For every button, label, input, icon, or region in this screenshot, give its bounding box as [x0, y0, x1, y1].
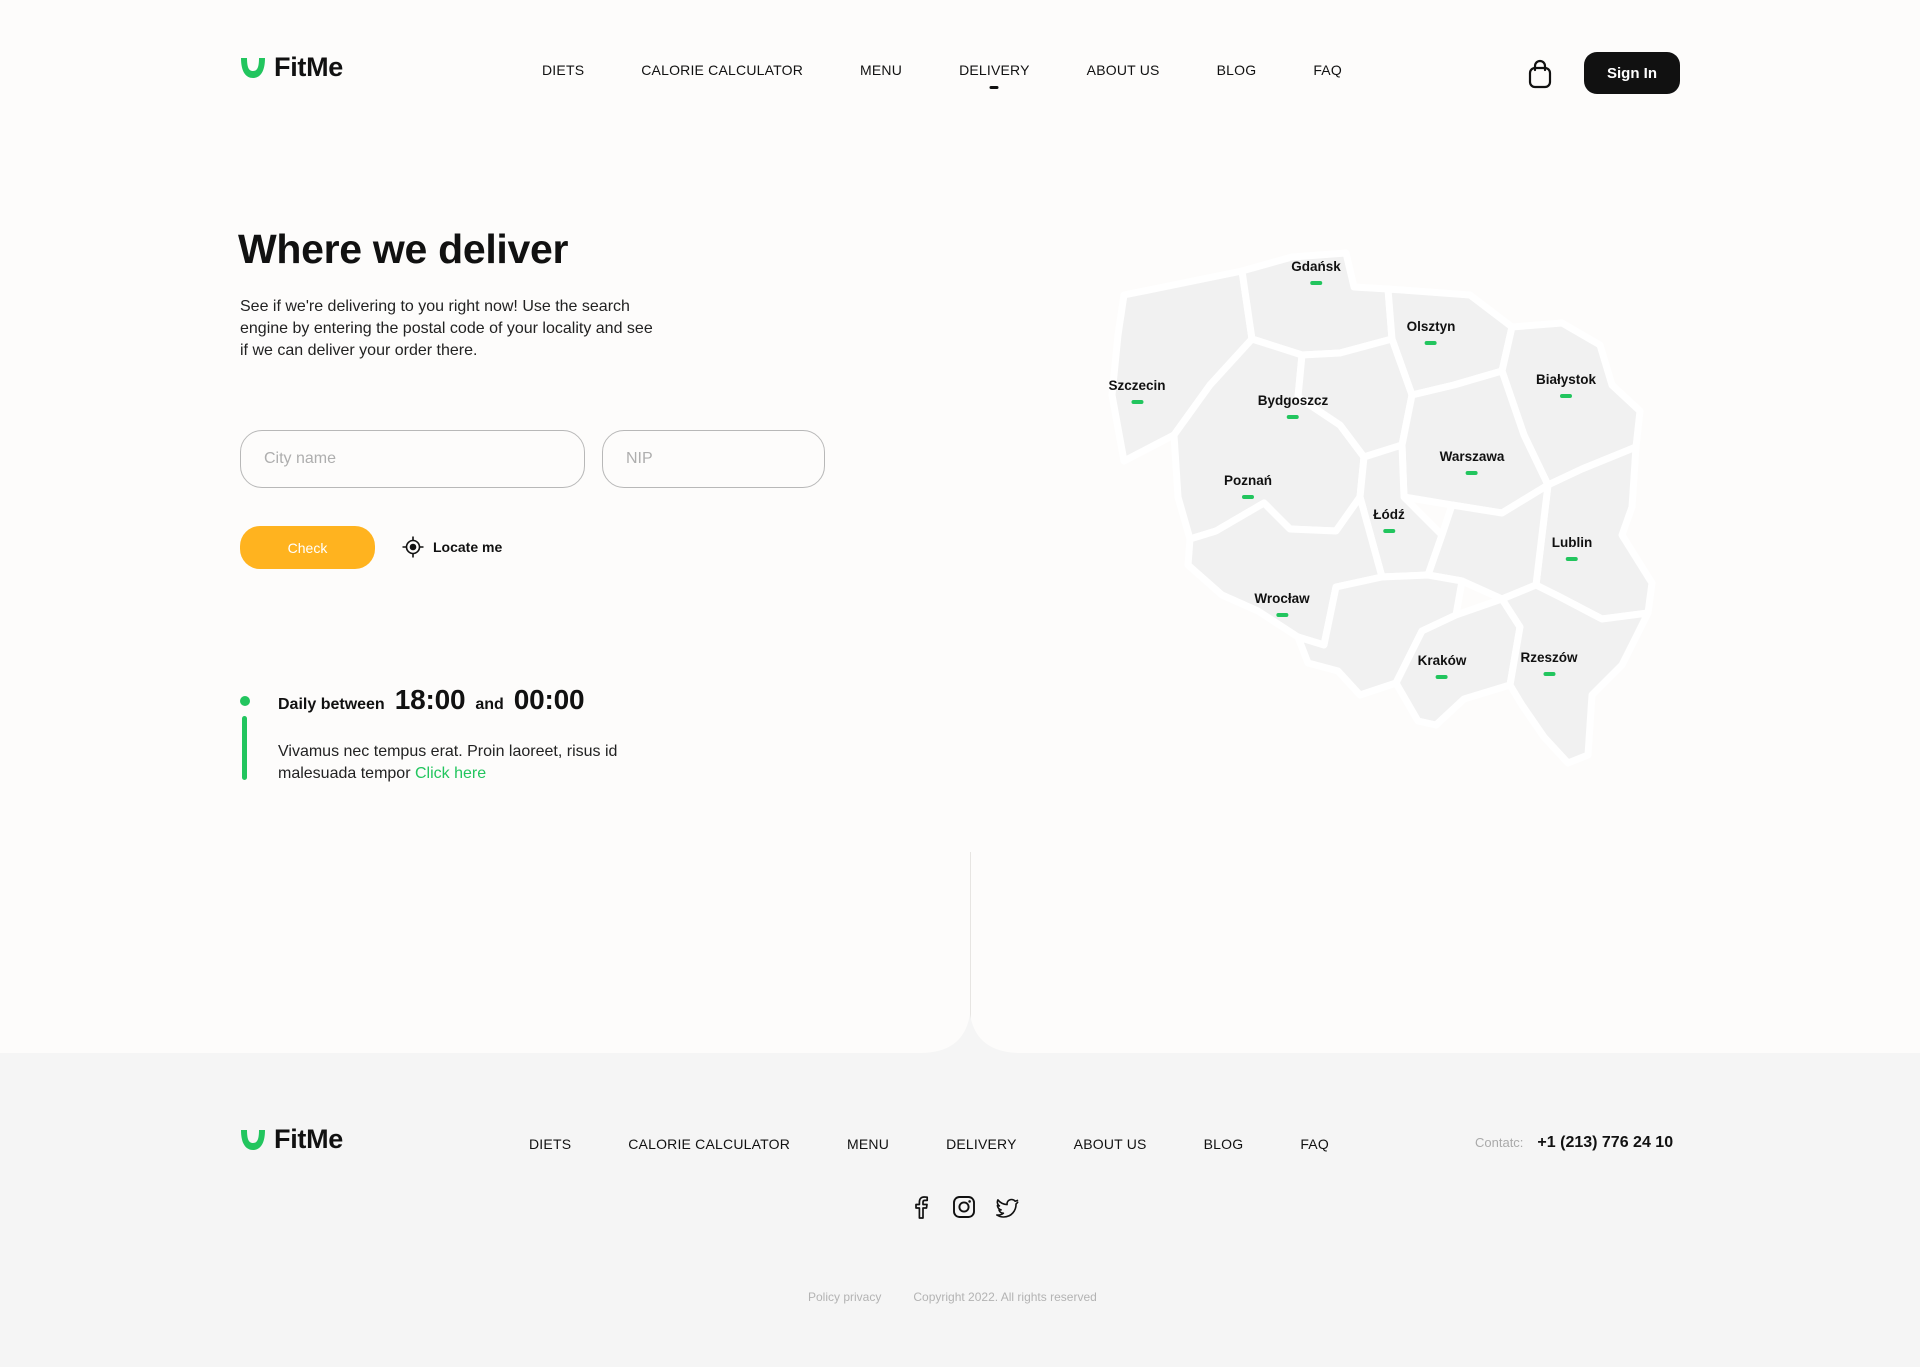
footer-nav: DIETS CALORIE CALCULATOR MENU DELIVERY A… [529, 1136, 1329, 1152]
header-logo[interactable]: FitMe [240, 52, 343, 83]
hours-to: 00:00 [513, 684, 585, 715]
footer-legal: Policy privacy Copyright 2022. All right… [808, 1290, 1097, 1304]
city-label: Poznań [1223, 473, 1273, 488]
delivery-map: Gdańsk Olsztyn Szczecin Bydgoszcz Białys… [1092, 235, 1676, 805]
leaf-logo-icon [241, 57, 265, 78]
nav-faq[interactable]: FAQ [1313, 62, 1342, 78]
twitter-icon [996, 1198, 1019, 1218]
map-city-gdansk[interactable]: Gdańsk [1291, 259, 1341, 285]
hours-and-label: and [475, 696, 504, 713]
page-description: See if we're delivering to you right now… [240, 298, 653, 359]
map-city-bialystok[interactable]: Białystok [1536, 372, 1596, 398]
city-label: Białystok [1535, 372, 1597, 387]
nav-diets[interactable]: DIETS [542, 62, 584, 78]
city-label: Łódź [1373, 507, 1405, 522]
city-label: Gdańsk [1291, 259, 1341, 274]
map-city-wroclaw[interactable]: Wrocław [1254, 591, 1310, 617]
city-pin [1560, 394, 1572, 398]
click-here-link[interactable]: Click here [415, 765, 486, 782]
hours-daily-label: Daily between [278, 696, 385, 713]
map-city-krakow[interactable]: Kraków [1417, 653, 1467, 679]
city-pin [1286, 415, 1299, 419]
check-button[interactable]: Check [240, 526, 375, 569]
page-title: Where we deliver [238, 226, 569, 272]
instagram-link[interactable] [951, 1194, 977, 1220]
nip-input[interactable] [602, 430, 825, 488]
footer-nav-blog[interactable]: BLOG [1204, 1136, 1244, 1152]
city-label: Warszawa [1439, 449, 1505, 464]
city-pin [1241, 495, 1254, 499]
city-pin [1424, 341, 1437, 345]
hours-accent-bar [242, 716, 247, 780]
cart-button[interactable] [1528, 59, 1552, 89]
locate-me-button[interactable]: Locate me [402, 536, 502, 558]
footer-nav-calorie-calculator[interactable]: CALORIE CALCULATOR [628, 1136, 790, 1152]
facebook-link[interactable] [908, 1194, 934, 1220]
hours-description: Vivamus nec tempus erat. Proin laoreet, … [278, 741, 658, 785]
city-pin [1275, 613, 1288, 617]
city-pin [1310, 281, 1322, 285]
city-label: Szczecin [1108, 378, 1166, 393]
twitter-link[interactable] [994, 1194, 1020, 1220]
instagram-icon [953, 1196, 975, 1218]
policy-privacy-link[interactable]: Policy privacy [808, 1290, 881, 1304]
nav-about-us[interactable]: ABOUT US [1087, 62, 1160, 78]
city-label: Wrocław [1254, 591, 1310, 606]
delivery-hours: Daily between 18:00 and 00:00 [278, 684, 585, 716]
map-city-bydgoszcz[interactable]: Bydgoszcz [1257, 393, 1329, 419]
copyright-text: Copyright 2022. All rights reserved [913, 1290, 1097, 1304]
footer-nav-delivery[interactable]: DELIVERY [946, 1136, 1017, 1152]
map-city-szczecin[interactable]: Szczecin [1108, 378, 1166, 404]
facebook-icon [915, 1196, 929, 1219]
hours-from: 18:00 [394, 684, 466, 715]
nav-menu[interactable]: MENU [860, 62, 902, 78]
nav-blog[interactable]: BLOG [1217, 62, 1257, 78]
contact-phone-link[interactable]: +1 (213) 776 24 10 [1537, 1134, 1673, 1152]
crosshair-icon [402, 536, 424, 558]
social-links [908, 1194, 1020, 1220]
brand-name: FitMe [274, 1124, 343, 1154]
city-pin [1466, 471, 1478, 475]
contact-label: Contatc: [1475, 1135, 1524, 1150]
city-label: Bydgoszcz [1257, 393, 1329, 408]
city-name-input[interactable] [240, 430, 585, 488]
city-pin [1131, 400, 1143, 404]
shopping-bag-icon [1528, 59, 1552, 89]
footer-nav-diets[interactable]: DIETS [529, 1136, 571, 1152]
locate-me-label: Locate me [433, 539, 503, 555]
city-label: Lublin [1551, 535, 1593, 550]
nav-delivery[interactable]: DELIVERY [959, 62, 1030, 78]
map-city-lublin[interactable]: Lublin [1551, 535, 1593, 561]
footer-nav-menu[interactable]: MENU [847, 1136, 889, 1152]
map-city-olsztyn[interactable]: Olsztyn [1406, 319, 1456, 345]
brand-name: FitMe [274, 52, 343, 82]
footer-nav-about-us[interactable]: ABOUT US [1074, 1136, 1147, 1152]
nav-calorie-calculator[interactable]: CALORIE CALCULATOR [641, 62, 803, 78]
footer-notch [920, 1014, 1021, 1055]
main-nav: DIETS CALORIE CALCULATOR MENU DELIVERY A… [542, 62, 1342, 78]
city-pin [1436, 675, 1448, 679]
hours-dot [240, 696, 250, 706]
city-label: Olsztyn [1406, 319, 1456, 334]
city-label: Rzeszów [1520, 650, 1578, 665]
footer-nav-faq[interactable]: FAQ [1300, 1136, 1329, 1152]
sign-in-button[interactable]: Sign In [1584, 52, 1680, 94]
city-label: Kraków [1417, 653, 1467, 668]
city-pin [1566, 557, 1578, 561]
map-city-warszawa[interactable]: Warszawa [1439, 449, 1505, 475]
map-city-lodz[interactable]: Łódź [1373, 507, 1405, 533]
map-city-rzeszow[interactable]: Rzeszów [1520, 650, 1578, 676]
section-divider [970, 852, 971, 1037]
city-pin [1542, 672, 1555, 676]
city-pin [1383, 529, 1395, 533]
map-city-poznan[interactable]: Poznań [1224, 473, 1272, 499]
leaf-logo-icon [241, 1129, 265, 1150]
footer-contact: Contatc: +1 (213) 776 24 10 [1475, 1134, 1673, 1152]
footer-logo[interactable]: FitMe [240, 1124, 343, 1155]
